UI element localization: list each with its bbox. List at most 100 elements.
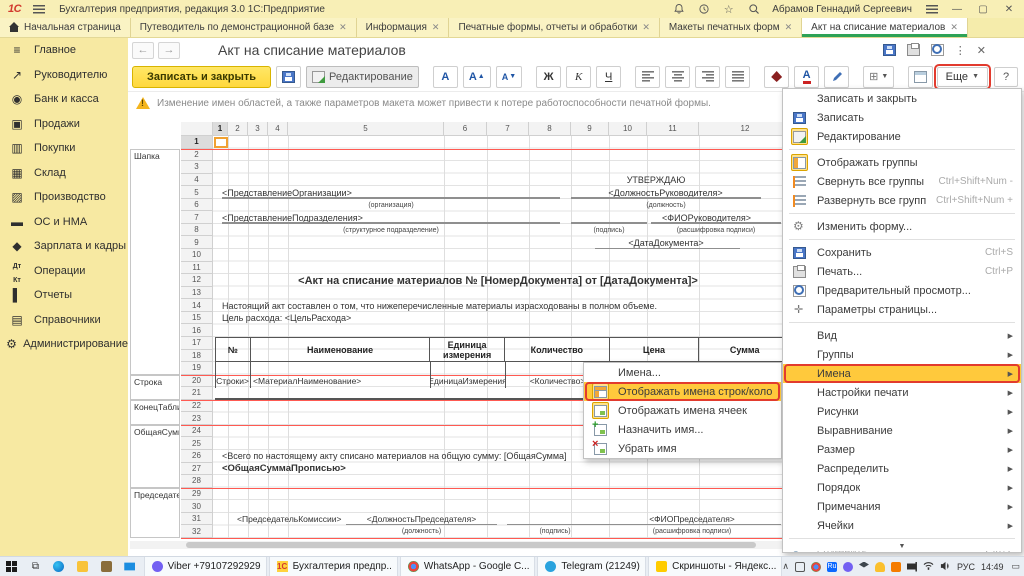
back-button[interactable]: ← — [132, 42, 154, 59]
sidebar-item-12[interactable]: ▤Справочники — [0, 308, 128, 333]
font-increase-button[interactable]: А▲ — [463, 66, 491, 88]
save-button[interactable] — [276, 66, 301, 88]
font-button[interactable]: А — [433, 66, 458, 88]
more-menu-item-Имена[interactable]: Имена▶ — [783, 364, 1021, 383]
main-menu-icon[interactable] — [33, 5, 45, 14]
names-submenu-item-Убрать имя[interactable]: Убрать имя — [584, 439, 781, 458]
align-right-button[interactable] — [695, 66, 720, 88]
tab-3[interactable]: Информация✕ — [357, 18, 450, 37]
sidebar-item-4[interactable]: ▣Продажи — [0, 112, 128, 137]
sidebar-item-2[interactable]: ↗Руководителю — [0, 63, 128, 88]
sidebar-item-6[interactable]: ▦Склад — [0, 161, 128, 186]
help-button[interactable]: ? — [994, 67, 1018, 87]
more-menu-item-Порядок[interactable]: Порядок▶ — [783, 478, 1021, 497]
sidebar-item-3[interactable]: ◉Банк и касса — [0, 87, 128, 112]
more-menu-item-Рисунки[interactable]: Рисунки▶ — [783, 402, 1021, 421]
more-menu-item-Вид[interactable]: Вид▶ — [783, 326, 1021, 345]
save-and-close-button[interactable]: Записать и закрыть — [132, 66, 271, 88]
sidebar-item-7[interactable]: ▨Производство — [0, 185, 128, 210]
tray-ru-badge[interactable]: Ru — [827, 562, 837, 572]
font-color-button[interactable]: А — [794, 66, 819, 88]
tray-battery-icon[interactable] — [907, 562, 917, 572]
tab-2[interactable]: Путеводитель по демонстрационной базе✕ — [131, 18, 357, 37]
minimize-button[interactable]: — — [950, 4, 964, 15]
more-menu-item-Примечания[interactable]: Примечания▶ — [783, 497, 1021, 516]
taskbar-app-3[interactable]: WhatsApp - Google C... — [400, 557, 536, 576]
names-submenu-item-Назначить имя...[interactable]: Назначить имя... — [584, 420, 781, 439]
start-button[interactable] — [0, 557, 24, 576]
tab-5[interactable]: Макеты печатных форм✕ — [660, 18, 802, 37]
align-justify-button[interactable] — [725, 66, 750, 88]
tab-1[interactable]: Начальная страница — [0, 18, 131, 37]
more-menu-item-Параметры страницы...[interactable]: Параметры страницы... — [783, 300, 1021, 319]
tray-wifi-icon[interactable] — [923, 561, 934, 572]
tab-close-icon[interactable]: ✕ — [785, 22, 793, 33]
tab-4[interactable]: Печатные формы, отчеты и обработки✕ — [449, 18, 659, 37]
bold-button[interactable]: Ж — [536, 66, 561, 88]
mail-icon[interactable] — [118, 557, 142, 576]
borders-button[interactable]: ⊞▼ — [863, 66, 894, 88]
fill-color-button[interactable] — [764, 66, 789, 88]
tray-expand-icon[interactable]: ∧ — [782, 561, 789, 572]
align-center-button[interactable] — [665, 66, 690, 88]
more-menu-item-Группы[interactable]: Группы▶ — [783, 345, 1021, 364]
pen-button[interactable] — [824, 66, 849, 88]
more-menu-item-Распределить[interactable]: Распределить▶ — [783, 459, 1021, 478]
editing-toggle-button[interactable]: Редактирование — [306, 66, 419, 88]
taskbar-app-4[interactable]: Telegram (21249) — [537, 557, 646, 576]
kebab-menu-icon[interactable]: ⋮ — [955, 44, 966, 57]
merge-cells-button[interactable] — [908, 66, 933, 88]
more-menu-item-Отображать группы[interactable]: Отображать группы — [783, 153, 1021, 172]
store-icon[interactable] — [94, 557, 118, 576]
more-menu-item-Свернуть все группы[interactable]: Свернуть все группыCtrl+Shift+Num - — [783, 172, 1021, 191]
sidebar-item-5[interactable]: ▥Покупки — [0, 136, 128, 161]
more-menu-item-Записать и закрыть[interactable]: Записать и закрыть — [783, 89, 1021, 108]
more-menu-item-Ячейки[interactable]: Ячейки▶ — [783, 516, 1021, 535]
explorer-icon[interactable] — [71, 557, 95, 576]
more-menu-item-Развернуть все группы[interactable]: Развернуть все группыCtrl+Shift+Num + — [783, 191, 1021, 210]
tray-chrome-icon[interactable] — [811, 562, 821, 572]
tray-volume-icon[interactable] — [940, 561, 951, 573]
more-menu-item-Выравнивание[interactable]: Выравнивание▶ — [783, 421, 1021, 440]
more-menu-item-Печать...[interactable]: Печать...Ctrl+P — [783, 262, 1021, 281]
align-left-button[interactable] — [635, 66, 660, 88]
sidebar-item-10[interactable]: ДтКтОперации — [0, 259, 128, 284]
underline-button[interactable]: Ч — [596, 66, 621, 88]
tray-screenshot-icon[interactable] — [891, 562, 901, 572]
notification-center-icon[interactable]: ▭ — [1012, 561, 1021, 572]
more-menu-item-Настройки печати[interactable]: Настройки печати▶ — [783, 383, 1021, 402]
taskbar-app-2[interactable]: 1СБухгалтерия предпр.. — [269, 557, 398, 576]
search-icon[interactable] — [747, 3, 760, 16]
tray-cloud-icon[interactable] — [875, 562, 885, 572]
menu-scroll-down-icon[interactable]: ▼ — [783, 543, 1021, 551]
service-menu-icon[interactable] — [926, 5, 938, 14]
current-user[interactable]: Абрамов Геннадий Сергеевич — [772, 4, 912, 15]
names-submenu-item-Имена...[interactable]: Имена... — [584, 363, 781, 382]
sidebar-item-13[interactable]: ⚙Администрирование — [0, 332, 128, 357]
more-menu-item-Предварительный просмотр...[interactable]: Предварительный просмотр... — [783, 281, 1021, 300]
notifications-bell-icon[interactable] — [672, 3, 685, 16]
tray-phone-icon[interactable] — [795, 562, 805, 572]
italic-button[interactable]: К — [566, 66, 591, 88]
font-decrease-button[interactable]: А▼ — [496, 66, 522, 88]
favorites-star-icon[interactable]: ☆ — [722, 3, 735, 16]
tray-viber-icon[interactable] — [843, 562, 853, 572]
tab-close-icon[interactable]: ✕ — [432, 22, 440, 33]
tray-dropbox-icon[interactable] — [859, 562, 869, 572]
tab-close-icon[interactable]: ✕ — [642, 22, 650, 33]
close-form-icon[interactable]: ✕ — [977, 44, 986, 57]
tab-close-icon[interactable]: ✕ — [950, 22, 958, 33]
more-menu-item-Изменить форму...[interactable]: Изменить форму... — [783, 217, 1021, 236]
sidebar-item-8[interactable]: ▬ОС и НМА — [0, 210, 128, 235]
close-window-button[interactable]: ✕ — [1002, 4, 1016, 15]
more-menu-item-Размер[interactable]: Размер▶ — [783, 440, 1021, 459]
tray-language[interactable]: РУС — [957, 562, 975, 572]
names-submenu-item-Отображать имена ячеек[interactable]: Отображать имена ячеек — [584, 401, 781, 420]
print-preview-icon[interactable] — [931, 44, 944, 56]
more-button[interactable]: Еще▼ — [937, 67, 988, 87]
tray-clock[interactable]: 14:49 — [981, 562, 1004, 572]
history-icon[interactable] — [697, 3, 710, 16]
more-menu-item-Сохранить[interactable]: СохранитьCtrl+S — [783, 243, 1021, 262]
more-menu-item-Записать[interactable]: Записать — [783, 108, 1021, 127]
sidebar-item-1[interactable]: ≡Главное — [0, 38, 128, 63]
